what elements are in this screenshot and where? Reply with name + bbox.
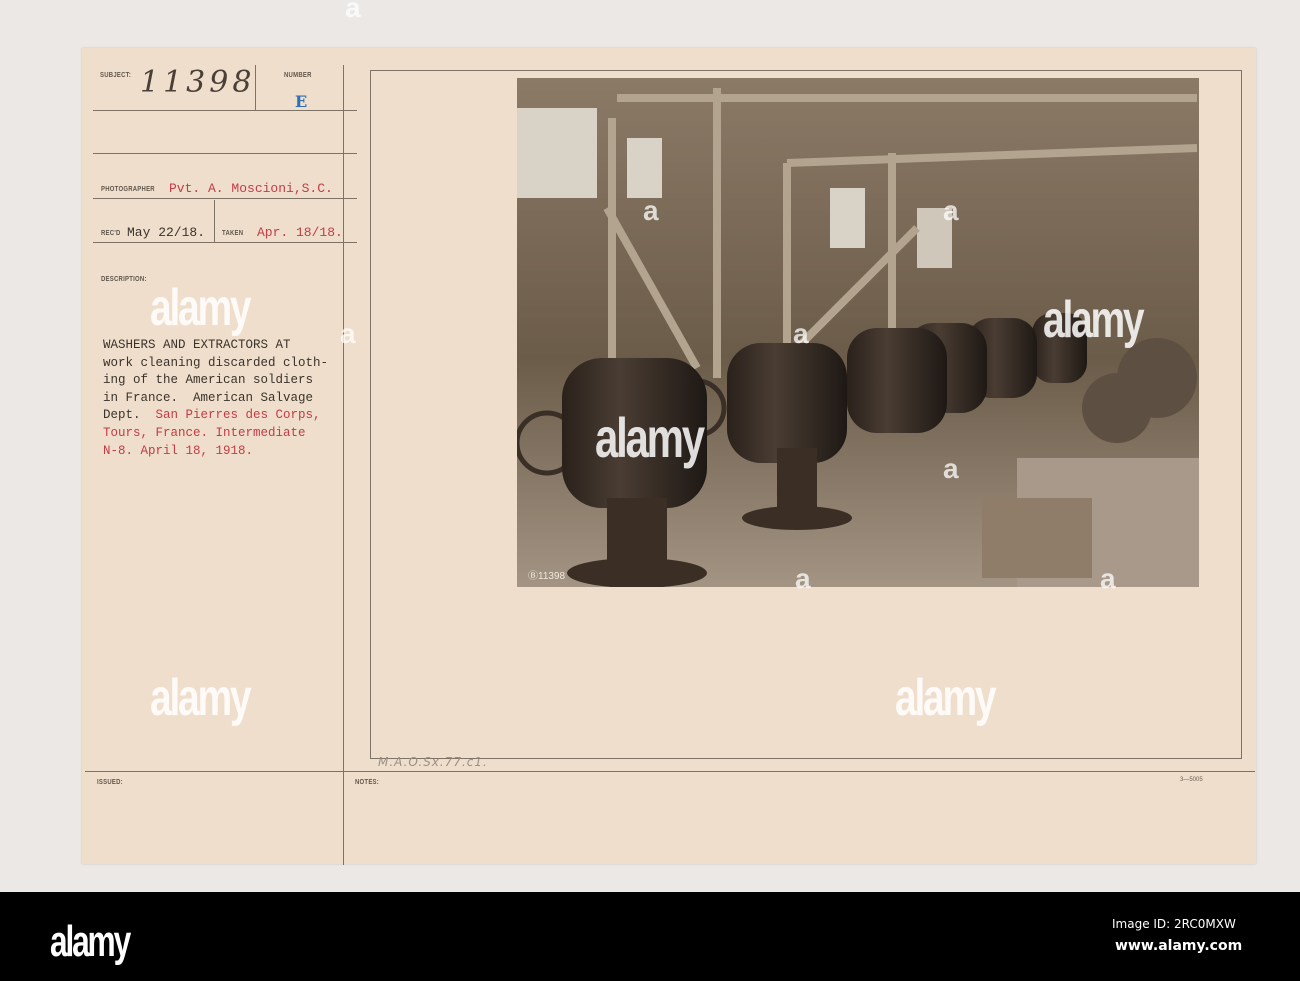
alamy-logo: alamy: [50, 917, 131, 966]
watermark-mark: a: [340, 318, 356, 349]
photographer-value: Pvt. A. Moscioni,S.C.: [169, 181, 333, 196]
watermark-logo: alamy: [595, 406, 705, 469]
description-text: WASHERS AND EXTRACTORS AT work cleaning …: [103, 337, 328, 460]
watermark-mark: a: [1100, 563, 1116, 594]
number-letter-stamp: E: [295, 92, 308, 111]
divider: [93, 242, 357, 243]
photographer-label: PHOTOGRAPHER: [101, 186, 155, 193]
watermark-mark: a: [795, 563, 811, 594]
recd-label: REC'D: [101, 230, 121, 237]
watermark-mark: a: [943, 195, 959, 226]
watermark-mark: a: [345, 0, 361, 23]
negative-number: Ⓑ11398: [528, 571, 566, 582]
form-number: 3—5005: [1180, 777, 1203, 783]
description-red-location: San Pierres des Corps,: [155, 408, 321, 423]
description-label: DESCRIPTION:: [101, 276, 147, 283]
subject-number: 11398: [140, 65, 256, 100]
taken-label: TAKEN: [222, 230, 244, 237]
divider: [93, 153, 357, 154]
divider: [214, 200, 215, 243]
watermark-logo: alamy: [150, 279, 252, 337]
watermark-mark: a: [943, 453, 959, 484]
watermark-logo: alamy: [150, 669, 252, 727]
taken-value: Apr. 18/18.: [257, 225, 343, 240]
recd-value: May 22/18.: [127, 225, 206, 240]
image-id: Image ID: 2RC0MXW: [1112, 917, 1236, 931]
watermark-logo: alamy: [895, 669, 997, 727]
number-label: NUMBER: [284, 72, 312, 79]
watermark-mark: a: [793, 318, 809, 349]
stock-footer-bar: alamy Image ID: 2RC0MXW www.alamy.com: [0, 892, 1300, 981]
site-url: www.alamy.com: [1115, 938, 1243, 954]
issued-label: ISSUED:: [97, 779, 123, 786]
subject-label: SUBJECT:: [100, 72, 132, 79]
divider: [93, 198, 357, 199]
description-red-date: Tours, France. Intermediate N-8. April 1…: [103, 425, 306, 458]
watermark-logo: alamy: [1043, 291, 1145, 349]
notes-label: NOTES:: [355, 779, 380, 786]
watermark-mark: a: [643, 195, 659, 226]
divider: [85, 771, 1255, 772]
divider: [93, 110, 357, 111]
divider: [343, 65, 344, 865]
pencil-note: M.A.O.Sx.77.c1.: [378, 755, 488, 769]
